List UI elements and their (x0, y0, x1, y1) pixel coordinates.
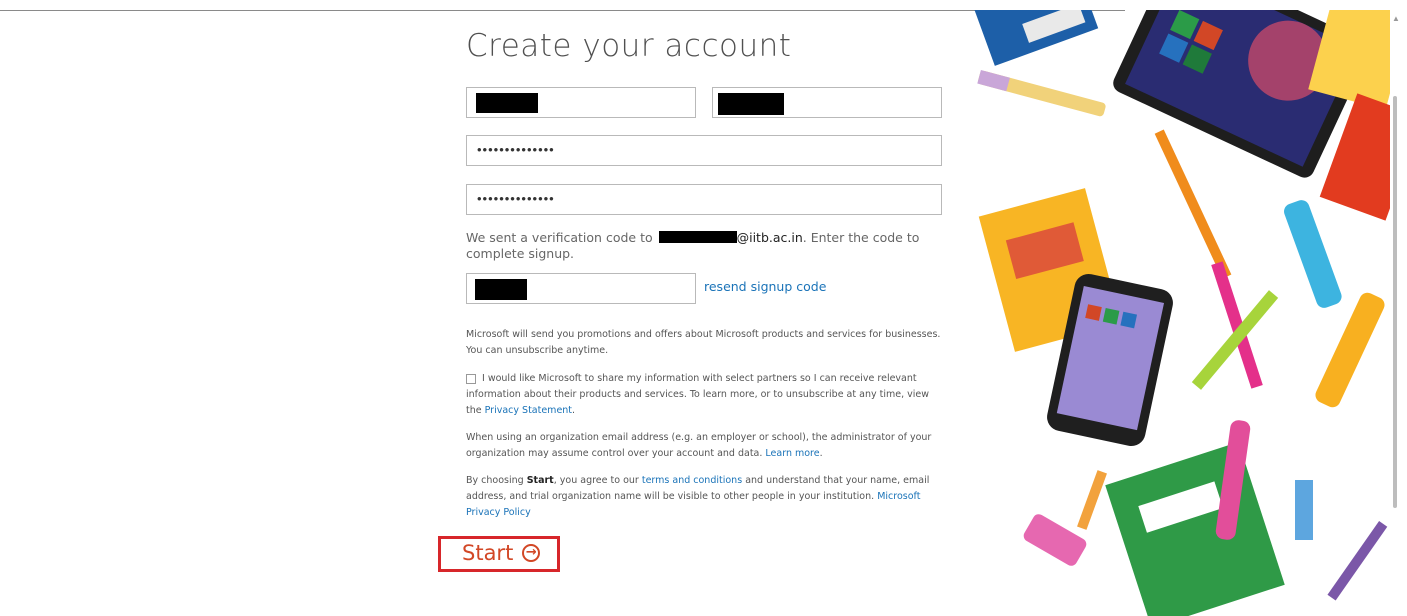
confirm-password-input[interactable]: •••••••••••••• (466, 184, 942, 215)
privacy-statement-link[interactable]: Privacy Statement (485, 405, 572, 416)
eraser-shape (1023, 514, 1087, 566)
agree-prefix: By choosing (466, 475, 524, 486)
green-notebook-shape (1105, 442, 1285, 616)
redacted-email-user (658, 231, 737, 243)
start-label: Start (462, 541, 514, 565)
top-divider (0, 10, 1125, 11)
agree-mid: , you agree to our (553, 475, 639, 486)
terms-link[interactable]: terms and conditions (642, 475, 742, 486)
last-name-input[interactable] (712, 87, 942, 118)
purple-pen-shape (1327, 521, 1388, 601)
terms-notice: By choosing Start, you agree to our term… (466, 473, 942, 521)
school-supplies-illustration (967, 10, 1390, 616)
orange-marker-shape (1315, 292, 1385, 408)
pencil-shape (977, 69, 1106, 117)
org-email-text: When using an organization email address… (466, 432, 932, 459)
binder-shape (967, 10, 1099, 66)
redacted-code (475, 279, 527, 300)
confirm-password-mask: •••••••••••••• (477, 191, 555, 206)
verification-email-domain: @iitb.ac.in (736, 230, 803, 245)
first-name-input[interactable] (466, 87, 696, 118)
blue-marker-shape (1284, 200, 1342, 308)
start-button[interactable]: Start → (462, 541, 541, 565)
glue-stick-shape (1295, 480, 1313, 540)
share-info-checkbox[interactable] (466, 373, 476, 384)
redacted-first-name (476, 93, 538, 113)
scroll-up-arrow-icon[interactable]: ▲ (1392, 14, 1400, 23)
password-mask: •••••••••••••• (477, 142, 555, 157)
verification-message: We sent a verification code to @iitb.ac.… (466, 230, 946, 262)
learn-more-link[interactable]: Learn more (765, 448, 819, 459)
share-info-row: I would like Microsoft to share my infor… (466, 373, 929, 416)
verification-prefix: We sent a verification code to (466, 230, 653, 245)
promo-notice: Microsoft will send you promotions and o… (466, 329, 941, 356)
page-title: Create your account (466, 28, 792, 64)
redacted-last-name (718, 93, 784, 115)
verification-code-input[interactable] (466, 273, 696, 304)
arrow-circle-right-icon: → (522, 544, 541, 562)
org-email-notice: When using an organization email address… (466, 432, 932, 459)
resend-signup-code-link[interactable]: resend signup code (704, 279, 826, 294)
agree-bold-start: Start (526, 475, 554, 486)
password-input[interactable]: •••••••••••••• (466, 135, 942, 166)
decorative-illustration (965, 10, 1390, 616)
scrollbar-thumb[interactable] (1393, 96, 1397, 508)
orange-pencil-shape (1154, 129, 1232, 279)
small-pencil-shape (1077, 470, 1107, 530)
